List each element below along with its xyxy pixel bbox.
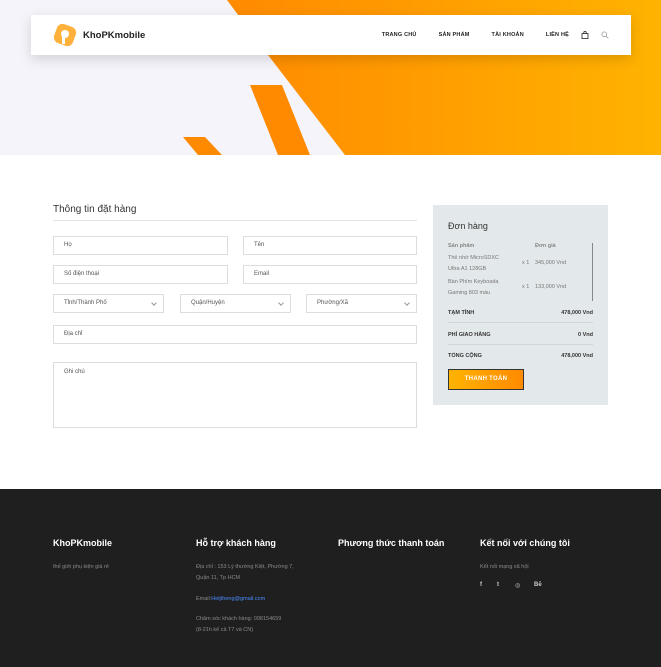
subtotal-value: 478,000 Vnd	[561, 310, 593, 316]
item-2-qty: x 1	[522, 284, 530, 290]
shipping-label: PHÍ GIAO HÀNG	[448, 332, 491, 338]
item-2-name-line2: Gaming 803 màu	[448, 290, 491, 296]
footer-payment-title: Phương thức thanh toán	[338, 538, 445, 548]
site-footer: KhoPKmobile thế giới phụ kiện giá rẻ Hỗ …	[0, 489, 661, 667]
subtotal-label: TẠM TÍNH	[448, 310, 475, 316]
footer-care-line2: (8-21h kể cả T7 và CN)	[196, 627, 254, 633]
footer-connect-text: Kết nối mạng xã hội	[480, 564, 529, 570]
brand-logo[interactable]: KhoPKmobile	[53, 23, 145, 47]
subtotal-row: TẠM TÍNH 478,000 Vnd	[448, 310, 593, 316]
dribbble-icon[interactable]: ◎	[515, 582, 520, 589]
behance-icon[interactable]: Bē	[534, 582, 542, 588]
province-select[interactable]: Tỉnh/Thành Phố	[53, 294, 164, 313]
note-textarea[interactable]: Ghi chú	[53, 362, 417, 428]
phone-field[interactable]: Số điện thoại	[53, 265, 228, 284]
footer-connect-title: Kết nối với chúng tôi	[480, 538, 570, 548]
footer-email: Email:Heljtheng@gmail.com	[196, 594, 265, 605]
nav-home[interactable]: TRANG CHỦ	[382, 32, 417, 38]
ward-select[interactable]: Phường/Xã	[306, 294, 417, 313]
total-row: TỔNG CỘNG 478,000 Vnd	[448, 353, 593, 359]
logo-icon	[53, 23, 77, 47]
item-1-price: 345,000 Vnd	[535, 260, 567, 266]
last-name-field[interactable]: Họ	[53, 236, 228, 255]
brand-name: KhoPKmobile	[83, 29, 146, 41]
nav-contact[interactable]: LIÊN HỆ	[546, 32, 569, 38]
order-divider	[448, 322, 593, 323]
nav-products[interactable]: SẢN PHẨM	[439, 32, 470, 38]
form-divider	[53, 220, 417, 221]
search-icon[interactable]	[601, 31, 609, 39]
item-1-name-line1: Thẻ nhớ MicroSDXC	[448, 255, 499, 261]
nav-account[interactable]: TÀI KHOẢN	[492, 32, 524, 38]
address-field[interactable]: Địa chỉ	[53, 325, 417, 344]
order-divider	[448, 344, 593, 345]
order-items-scroll[interactable]: Sản phẩm Đơn giá Thẻ nhớ MicroSDXC Ultra…	[448, 243, 593, 301]
first-name-field[interactable]: Tên	[243, 236, 417, 255]
footer-brand: KhoPKmobile	[53, 538, 113, 548]
twitter-icon[interactable]: t	[497, 582, 499, 588]
col-price-header: Đơn giá	[535, 243, 556, 249]
footer-address-line2: Quận 11, Tp HCM	[196, 575, 241, 581]
form-title: Thông tin đặt hàng	[53, 204, 137, 215]
footer-email-label: Email:	[196, 596, 212, 602]
shipping-value: 0 Vnd	[578, 332, 593, 338]
item-1-name-line2: Ultra A1 128GB	[448, 266, 487, 272]
footer-email-link[interactable]: Heljtheng@gmail.com	[211, 596, 265, 602]
hero-banner: KhoPKmobile TRANG CHỦ SẢN PHẨM TÀI KHOẢN…	[0, 0, 661, 155]
order-title: Đơn hàng	[448, 221, 488, 231]
main-menu: TRANG CHỦ SẢN PHẨM TÀI KHOẢN LIÊN HỆ	[360, 31, 609, 39]
order-summary: Đơn hàng Sản phẩm Đơn giá Thẻ nhớ MicroS…	[433, 205, 608, 405]
footer-care-line1: Chăm sóc khách hàng: 098154659	[196, 616, 282, 622]
facebook-icon[interactable]: f	[480, 582, 482, 588]
top-navbar: KhoPKmobile TRANG CHỦ SẢN PHẨM TÀI KHOẢN…	[31, 15, 631, 55]
item-1-qty: x 1	[522, 260, 530, 266]
footer-tagline: thế giới phụ kiện giá rẻ	[53, 564, 109, 570]
footer-support-title: Hỗ trợ khách hàng	[196, 538, 276, 548]
item-2-name-line1: Bàn Phím Keyboada	[448, 279, 499, 285]
item-2-price: 133,000 Vnd	[535, 284, 567, 290]
total-label: TỔNG CỘNG	[448, 353, 482, 359]
district-select[interactable]: Quận/Huyện	[180, 294, 291, 313]
shipping-row: PHÍ GIAO HÀNG 0 Vnd	[448, 332, 593, 338]
pay-button[interactable]: THANH TOÁN	[448, 369, 524, 390]
total-value: 478,000 Vnd	[561, 353, 593, 359]
col-product-header: Sản phẩm	[448, 243, 475, 249]
bag-icon[interactable]	[581, 31, 589, 39]
email-field[interactable]: Email	[243, 265, 417, 284]
footer-address-line1: Địa chỉ : 153 Lý thường Kiệt, Phường 7,	[196, 564, 294, 570]
